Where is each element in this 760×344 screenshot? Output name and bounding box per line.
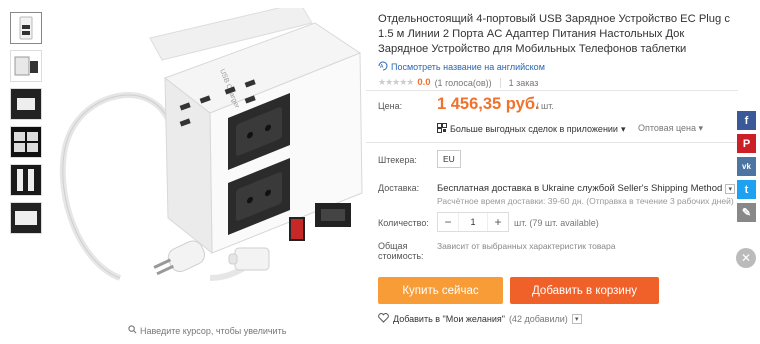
shipping-method-text: Бесплатная доставка в Ukraine службой Se… [437,183,723,194]
total-label-line2: стоимость: [378,251,424,261]
shipping-estimate: Расчётное время доставки: 39-60 дн. (Отп… [437,196,734,206]
thumbnail-3[interactable] [10,88,42,120]
translate-icon: A [378,61,388,73]
app-deals-text: Больше выгодных сделок в приложении [450,124,618,134]
quantity-decrease-button[interactable]: − [438,213,458,231]
thumbnail-6[interactable] [10,202,42,234]
quantity-available: шт. (79 шт. available) [514,218,599,228]
wholesale-price-link[interactable]: Оптовая цена ▾ [638,123,703,134]
product-info: Отдельностоящий 4-портовый USB Зарядное … [378,12,733,88]
twitter-icon[interactable]: t [737,180,756,199]
product-title: Отдельностоящий 4-портовый USB Зарядное … [378,13,730,55]
quantity-input[interactable] [458,213,488,231]
wholesale-price-text: Оптовая цена [638,123,696,133]
thumbnail-5[interactable] [10,164,42,196]
divider [499,77,501,88]
chevron-down-icon: ▾ [725,183,736,194]
thumbnail-4[interactable] [10,126,42,158]
main-product-image[interactable]: USB Charger [50,2,366,318]
rating-votes[interactable]: (1 голоса(ов)) [435,78,492,88]
vk-icon[interactable]: vk [737,157,756,176]
rating-value: 0.0 [417,77,431,88]
wishlist-text: Добавить в "Мои желания" [393,314,505,324]
divider [366,90,738,91]
wishlist-link[interactable]: Добавить в "Мои желания" (42 добавили) ▾ [378,313,582,325]
orders-count: 1 заказ [508,77,539,88]
thumbnail-2[interactable] [10,50,42,82]
product-page: USB Charger Наведите курсор, чтобы увели… [0,0,760,344]
buy-now-button[interactable]: Купить сейчас [378,277,503,304]
quantity-label: Количество: [378,218,429,228]
close-icon[interactable]: ✕ [736,248,756,268]
shipping-label: Доставка: [378,183,420,193]
rating-row: ★★★★★ 0.0 (1 голоса(ов)) 1 заказ [378,77,733,88]
quantity-increase-button[interactable]: + [488,213,508,231]
chevron-down-icon[interactable]: ▾ [571,314,582,324]
zoom-hint: Наведите курсор, чтобы увеличить [128,325,286,336]
thumbnail-1[interactable] [10,12,42,44]
total-label-line1: Общая [378,241,408,251]
plug-label: Штекера: [378,155,417,165]
caret-down-icon: ▾ [620,123,626,134]
thumbnail-list [10,12,44,240]
svg-text:A: A [380,64,384,70]
edit-icon[interactable]: ✎ [737,203,756,222]
plug-option-eu[interactable]: EU [437,150,461,168]
star-rating-icon: ★★★★★ [378,77,414,87]
magnifier-icon [128,325,137,336]
price-label: Цена: [378,101,403,111]
qr-code-icon [437,123,447,135]
app-deals-link[interactable]: Больше выгодных сделок в приложении ▾ [437,123,626,135]
total-label: Общая стоимость: [378,241,438,261]
divider [366,142,738,143]
pinterest-icon[interactable]: P [737,134,756,153]
quantity-stepper: − + [437,212,509,232]
translate-link[interactable]: A Посмотреть название на английском [378,61,733,73]
price-unit: / шт. [536,101,554,111]
add-to-cart-button[interactable]: Добавить в корзину [510,277,659,304]
total-value: Зависит от выбранных характеристик товар… [437,241,616,251]
social-share-bar: f P vk t ✎ [737,111,757,226]
shipping-method[interactable]: Бесплатная доставка в Ukraine службой Se… [437,183,736,194]
heart-icon [378,313,389,325]
wishlist-count: (42 добавили) [508,314,568,324]
facebook-icon[interactable]: f [737,111,756,130]
zoom-hint-text: Наведите курсор, чтобы увеличить [140,325,287,336]
translate-link-text: Посмотреть название на английском [391,62,545,72]
price-value: 1 456,35 руб. [437,95,540,113]
